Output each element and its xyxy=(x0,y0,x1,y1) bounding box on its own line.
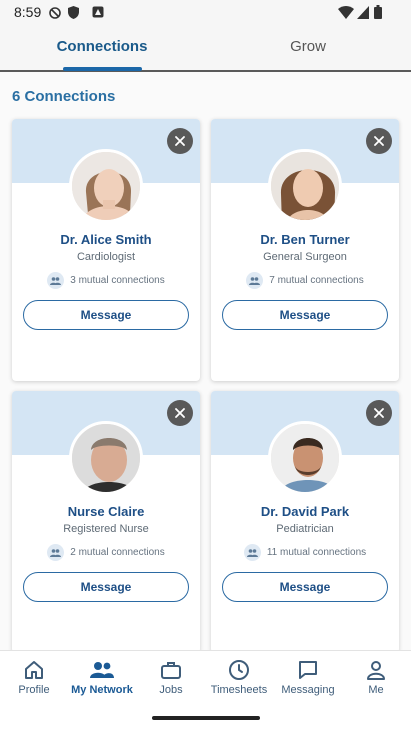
message-button[interactable]: Message xyxy=(23,572,189,602)
mutual-connections: 2 mutual connections xyxy=(12,544,200,561)
people-icon xyxy=(90,662,114,678)
battery-icon xyxy=(374,5,382,19)
close-icon xyxy=(175,408,185,418)
connection-card: Nurse Claire Registered Nurse 2 mutual c… xyxy=(12,391,200,653)
nav-label: Jobs xyxy=(159,684,183,696)
card-name: Dr. Ben Turner xyxy=(260,232,350,247)
card-name: Dr. Alice Smith xyxy=(60,232,152,247)
mutual-connections: 7 mutual connections xyxy=(211,272,399,289)
tab-connections[interactable]: Connections xyxy=(37,38,167,55)
people-icon xyxy=(243,544,261,561)
mutual-connections: 3 mutual connections xyxy=(12,272,200,289)
active-tab-indicator xyxy=(63,67,142,71)
dismiss-button[interactable] xyxy=(366,400,392,426)
card-role: General Surgeon xyxy=(263,251,347,263)
home-indicator[interactable] xyxy=(152,716,260,720)
nav-profile[interactable]: Profile xyxy=(0,659,69,696)
dismiss-button[interactable] xyxy=(366,128,392,154)
dismiss-button[interactable] xyxy=(167,400,193,426)
dnd-icon xyxy=(49,7,61,19)
connection-card: Dr. David Park Pediatrician 11 mutual co… xyxy=(211,391,399,653)
nav-label: Messaging xyxy=(281,684,335,696)
clock-icon xyxy=(229,660,249,680)
dismiss-button[interactable] xyxy=(167,128,193,154)
chat-icon xyxy=(299,661,317,679)
tab-bar: Connections Grow xyxy=(0,26,411,72)
nav-label: My Network xyxy=(71,684,133,696)
nav-jobs[interactable]: Jobs xyxy=(136,659,206,696)
message-button[interactable]: Message xyxy=(23,300,189,330)
avatar[interactable] xyxy=(268,149,342,223)
close-icon xyxy=(175,136,185,146)
nav-label: Timesheets xyxy=(210,684,268,696)
mutual-connections: 11 mutual connections xyxy=(211,544,399,561)
status-time: 8:59 xyxy=(14,4,42,20)
connection-card: Dr. Alice Smith Cardiologist 3 mutual co… xyxy=(12,119,200,381)
status-bar: 8:59 xyxy=(0,0,411,26)
people-icon xyxy=(47,272,65,289)
nav-messaging[interactable]: Messaging xyxy=(273,659,343,696)
card-name: Dr. David Park xyxy=(260,504,350,519)
wifi-icon xyxy=(338,6,354,19)
home-icon xyxy=(25,661,43,679)
people-icon xyxy=(246,272,264,289)
avatar-photo xyxy=(271,424,339,492)
tab-grow[interactable]: Grow xyxy=(243,38,373,55)
people-icon xyxy=(47,544,65,561)
shield-icon xyxy=(68,6,79,19)
connection-card: Dr. Ben Turner General Surgeon 7 mutual … xyxy=(211,119,399,381)
avatar-photo xyxy=(72,424,140,492)
card-role: Cardiologist xyxy=(76,251,136,263)
app-notification-icon xyxy=(92,6,104,18)
connections-count-title: 6 Connections xyxy=(12,88,116,105)
avatar[interactable] xyxy=(69,149,143,223)
mutual-connections-label: 11 mutual connections xyxy=(266,547,367,558)
close-icon xyxy=(374,136,384,146)
mutual-connections-label: 7 mutual connections xyxy=(269,275,364,286)
avatar[interactable] xyxy=(69,421,143,495)
avatar[interactable] xyxy=(268,421,342,495)
card-name: Nurse Claire xyxy=(67,504,145,519)
avatar-photo xyxy=(271,152,339,220)
avatar-photo xyxy=(72,152,140,220)
cell-signal-icon xyxy=(357,6,369,19)
nav-label: Profile xyxy=(18,684,50,696)
message-button[interactable]: Message xyxy=(222,572,388,602)
card-role: Pediatrician xyxy=(276,523,334,535)
nav-label: Me xyxy=(368,684,384,696)
message-button[interactable]: Message xyxy=(222,300,388,330)
mutual-connections-label: 3 mutual connections xyxy=(70,275,165,286)
card-role: Registered Nurse xyxy=(63,523,149,535)
briefcase-icon xyxy=(161,662,181,679)
nav-timesheets[interactable]: Timesheets xyxy=(204,659,274,696)
nav-me[interactable]: Me xyxy=(341,659,411,696)
person-icon xyxy=(367,661,385,680)
close-icon xyxy=(374,408,384,418)
mutual-connections-label: 2 mutual connections xyxy=(70,547,165,558)
nav-my-network[interactable]: My Network xyxy=(67,659,137,696)
